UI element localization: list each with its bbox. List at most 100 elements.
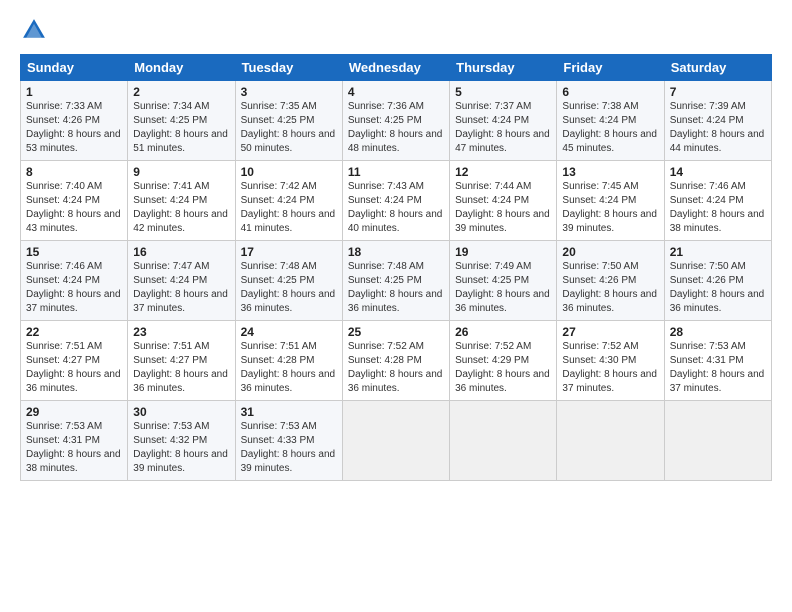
day-info: Sunrise: 7:51 AMSunset: 4:27 PMDaylight:… xyxy=(133,341,228,394)
calendar-cell: 28 Sunrise: 7:53 AMSunset: 4:31 PMDaylig… xyxy=(664,321,771,401)
day-info: Sunrise: 7:39 AMSunset: 4:24 PMDaylight:… xyxy=(670,101,765,154)
logo-icon xyxy=(20,16,48,44)
day-number: 6 xyxy=(562,85,658,99)
day-info: Sunrise: 7:53 AMSunset: 4:32 PMDaylight:… xyxy=(133,421,228,474)
calendar-cell: 24 Sunrise: 7:51 AMSunset: 4:28 PMDaylig… xyxy=(235,321,342,401)
calendar-header-monday: Monday xyxy=(128,55,235,81)
calendar-cell: 31 Sunrise: 7:53 AMSunset: 4:33 PMDaylig… xyxy=(235,401,342,481)
calendar-body: 1 Sunrise: 7:33 AMSunset: 4:26 PMDayligh… xyxy=(21,81,772,481)
calendar-header-tuesday: Tuesday xyxy=(235,55,342,81)
calendar-table: SundayMondayTuesdayWednesdayThursdayFrid… xyxy=(20,54,772,481)
day-number: 9 xyxy=(133,165,229,179)
day-number: 29 xyxy=(26,405,122,419)
day-number: 20 xyxy=(562,245,658,259)
calendar-week-2: 8 Sunrise: 7:40 AMSunset: 4:24 PMDayligh… xyxy=(21,161,772,241)
day-number: 10 xyxy=(241,165,337,179)
calendar-cell: 27 Sunrise: 7:52 AMSunset: 4:30 PMDaylig… xyxy=(557,321,664,401)
day-info: Sunrise: 7:37 AMSunset: 4:24 PMDaylight:… xyxy=(455,101,550,154)
day-info: Sunrise: 7:34 AMSunset: 4:25 PMDaylight:… xyxy=(133,101,228,154)
calendar-header-thursday: Thursday xyxy=(450,55,557,81)
day-number: 28 xyxy=(670,325,766,339)
day-number: 23 xyxy=(133,325,229,339)
calendar-cell xyxy=(450,401,557,481)
day-info: Sunrise: 7:38 AMSunset: 4:24 PMDaylight:… xyxy=(562,101,657,154)
calendar-week-5: 29 Sunrise: 7:53 AMSunset: 4:31 PMDaylig… xyxy=(21,401,772,481)
day-info: Sunrise: 7:43 AMSunset: 4:24 PMDaylight:… xyxy=(348,181,443,234)
calendar-cell: 22 Sunrise: 7:51 AMSunset: 4:27 PMDaylig… xyxy=(21,321,128,401)
day-number: 14 xyxy=(670,165,766,179)
calendar-header-row: SundayMondayTuesdayWednesdayThursdayFrid… xyxy=(21,55,772,81)
calendar-cell: 12 Sunrise: 7:44 AMSunset: 4:24 PMDaylig… xyxy=(450,161,557,241)
day-number: 25 xyxy=(348,325,444,339)
logo xyxy=(20,16,52,44)
day-info: Sunrise: 7:47 AMSunset: 4:24 PMDaylight:… xyxy=(133,261,228,314)
calendar-cell: 1 Sunrise: 7:33 AMSunset: 4:26 PMDayligh… xyxy=(21,81,128,161)
day-info: Sunrise: 7:40 AMSunset: 4:24 PMDaylight:… xyxy=(26,181,121,234)
calendar-week-4: 22 Sunrise: 7:51 AMSunset: 4:27 PMDaylig… xyxy=(21,321,772,401)
day-info: Sunrise: 7:44 AMSunset: 4:24 PMDaylight:… xyxy=(455,181,550,234)
calendar-cell: 4 Sunrise: 7:36 AMSunset: 4:25 PMDayligh… xyxy=(342,81,449,161)
calendar-cell: 3 Sunrise: 7:35 AMSunset: 4:25 PMDayligh… xyxy=(235,81,342,161)
calendar-cell: 19 Sunrise: 7:49 AMSunset: 4:25 PMDaylig… xyxy=(450,241,557,321)
calendar-week-1: 1 Sunrise: 7:33 AMSunset: 4:26 PMDayligh… xyxy=(21,81,772,161)
calendar-cell: 21 Sunrise: 7:50 AMSunset: 4:26 PMDaylig… xyxy=(664,241,771,321)
calendar-cell xyxy=(342,401,449,481)
day-info: Sunrise: 7:50 AMSunset: 4:26 PMDaylight:… xyxy=(670,261,765,314)
day-info: Sunrise: 7:51 AMSunset: 4:28 PMDaylight:… xyxy=(241,341,336,394)
calendar-cell: 20 Sunrise: 7:50 AMSunset: 4:26 PMDaylig… xyxy=(557,241,664,321)
day-number: 27 xyxy=(562,325,658,339)
calendar-cell: 9 Sunrise: 7:41 AMSunset: 4:24 PMDayligh… xyxy=(128,161,235,241)
day-info: Sunrise: 7:51 AMSunset: 4:27 PMDaylight:… xyxy=(26,341,121,394)
calendar-cell: 10 Sunrise: 7:42 AMSunset: 4:24 PMDaylig… xyxy=(235,161,342,241)
day-number: 30 xyxy=(133,405,229,419)
day-number: 13 xyxy=(562,165,658,179)
day-info: Sunrise: 7:46 AMSunset: 4:24 PMDaylight:… xyxy=(670,181,765,234)
calendar-week-3: 15 Sunrise: 7:46 AMSunset: 4:24 PMDaylig… xyxy=(21,241,772,321)
calendar-header-sunday: Sunday xyxy=(21,55,128,81)
day-number: 19 xyxy=(455,245,551,259)
day-info: Sunrise: 7:53 AMSunset: 4:31 PMDaylight:… xyxy=(26,421,121,474)
calendar-cell: 6 Sunrise: 7:38 AMSunset: 4:24 PMDayligh… xyxy=(557,81,664,161)
day-number: 2 xyxy=(133,85,229,99)
day-info: Sunrise: 7:50 AMSunset: 4:26 PMDaylight:… xyxy=(562,261,657,314)
calendar-header-saturday: Saturday xyxy=(664,55,771,81)
day-info: Sunrise: 7:45 AMSunset: 4:24 PMDaylight:… xyxy=(562,181,657,234)
day-info: Sunrise: 7:52 AMSunset: 4:29 PMDaylight:… xyxy=(455,341,550,394)
day-number: 18 xyxy=(348,245,444,259)
day-info: Sunrise: 7:53 AMSunset: 4:31 PMDaylight:… xyxy=(670,341,765,394)
calendar-cell: 26 Sunrise: 7:52 AMSunset: 4:29 PMDaylig… xyxy=(450,321,557,401)
day-number: 21 xyxy=(670,245,766,259)
calendar-cell: 29 Sunrise: 7:53 AMSunset: 4:31 PMDaylig… xyxy=(21,401,128,481)
day-number: 5 xyxy=(455,85,551,99)
day-number: 1 xyxy=(26,85,122,99)
day-number: 3 xyxy=(241,85,337,99)
calendar-cell: 14 Sunrise: 7:46 AMSunset: 4:24 PMDaylig… xyxy=(664,161,771,241)
day-info: Sunrise: 7:46 AMSunset: 4:24 PMDaylight:… xyxy=(26,261,121,314)
day-number: 11 xyxy=(348,165,444,179)
calendar-cell: 13 Sunrise: 7:45 AMSunset: 4:24 PMDaylig… xyxy=(557,161,664,241)
calendar-cell: 16 Sunrise: 7:47 AMSunset: 4:24 PMDaylig… xyxy=(128,241,235,321)
day-number: 4 xyxy=(348,85,444,99)
day-number: 22 xyxy=(26,325,122,339)
calendar-cell: 11 Sunrise: 7:43 AMSunset: 4:24 PMDaylig… xyxy=(342,161,449,241)
day-info: Sunrise: 7:53 AMSunset: 4:33 PMDaylight:… xyxy=(241,421,336,474)
calendar-cell xyxy=(557,401,664,481)
day-number: 24 xyxy=(241,325,337,339)
calendar-cell: 15 Sunrise: 7:46 AMSunset: 4:24 PMDaylig… xyxy=(21,241,128,321)
calendar-cell: 8 Sunrise: 7:40 AMSunset: 4:24 PMDayligh… xyxy=(21,161,128,241)
day-info: Sunrise: 7:49 AMSunset: 4:25 PMDaylight:… xyxy=(455,261,550,314)
day-info: Sunrise: 7:52 AMSunset: 4:30 PMDaylight:… xyxy=(562,341,657,394)
calendar-cell: 5 Sunrise: 7:37 AMSunset: 4:24 PMDayligh… xyxy=(450,81,557,161)
day-number: 16 xyxy=(133,245,229,259)
day-number: 26 xyxy=(455,325,551,339)
page: SundayMondayTuesdayWednesdayThursdayFrid… xyxy=(0,0,792,612)
calendar-cell: 17 Sunrise: 7:48 AMSunset: 4:25 PMDaylig… xyxy=(235,241,342,321)
header xyxy=(20,16,772,44)
day-number: 12 xyxy=(455,165,551,179)
day-number: 7 xyxy=(670,85,766,99)
day-number: 31 xyxy=(241,405,337,419)
calendar-header-friday: Friday xyxy=(557,55,664,81)
day-number: 17 xyxy=(241,245,337,259)
day-number: 15 xyxy=(26,245,122,259)
day-info: Sunrise: 7:52 AMSunset: 4:28 PMDaylight:… xyxy=(348,341,443,394)
